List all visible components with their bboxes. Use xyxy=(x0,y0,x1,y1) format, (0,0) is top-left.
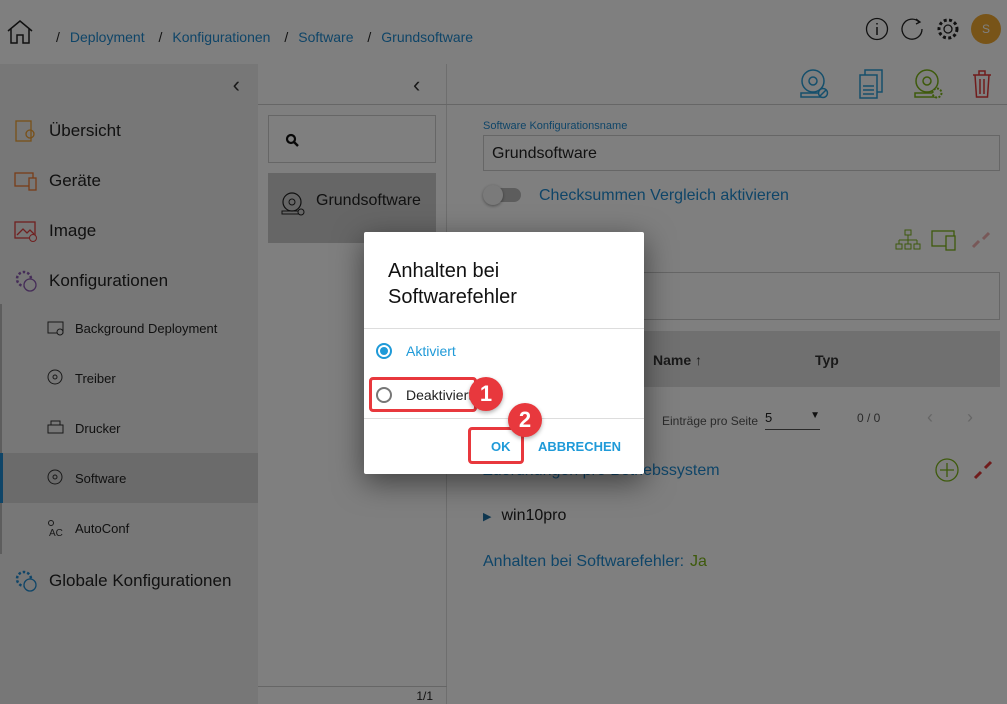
annotation-badge-2: 2 xyxy=(508,403,542,437)
radio-aktiviert[interactable]: Aktiviert xyxy=(376,343,456,359)
annotation-box-1 xyxy=(369,377,477,412)
cancel-button[interactable]: ABBRECHEN xyxy=(538,439,621,454)
dialog-title: Anhalten bei Softwarefehler xyxy=(388,260,517,308)
annotation-badge-1: 1 xyxy=(469,377,503,411)
